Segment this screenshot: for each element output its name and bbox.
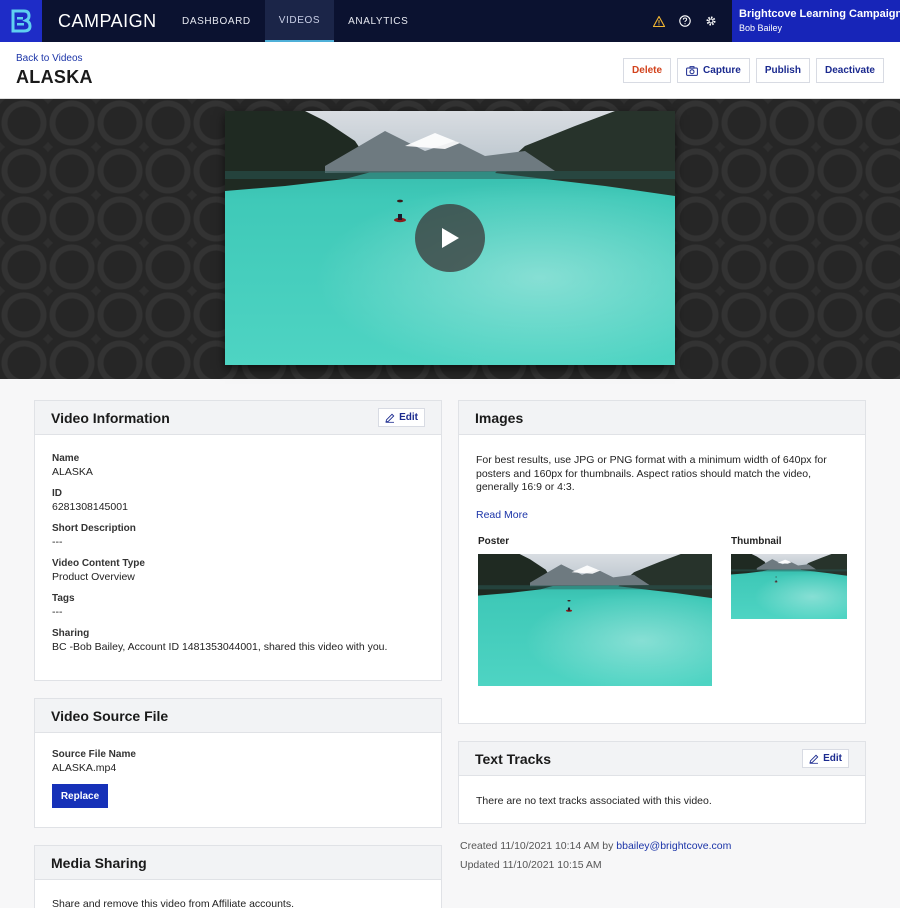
video-source-file-heading: Video Source File: [51, 707, 169, 724]
field-sharing: Sharing BC -Bob Bailey, Account ID 14813…: [52, 628, 424, 663]
field-label: Name: [52, 453, 80, 464]
media-sharing-heading: Media Sharing: [51, 854, 147, 871]
delete-button[interactable]: Delete: [623, 58, 672, 83]
field-value: 6281308145001: [52, 501, 128, 513]
edit-label: Edit: [399, 412, 418, 423]
media-sharing-text: Share and remove this video from Affilia…: [52, 898, 295, 908]
field-value: Product Overview: [52, 571, 135, 583]
text-tracks-empty: There are no text tracks associated with…: [476, 795, 712, 807]
video-information-header: Video Information Edit: [35, 401, 441, 435]
help-icon[interactable]: [672, 0, 698, 42]
brightcove-logo[interactable]: [0, 0, 42, 42]
source-file-label: Source File Name: [52, 749, 136, 760]
created-by-link[interactable]: bbailey@brightcove.com: [616, 840, 731, 852]
back-to-videos-link[interactable]: Back to Videos: [16, 53, 83, 64]
poster-label: Poster: [478, 536, 510, 547]
field-label: Short Description: [52, 523, 136, 534]
header-actions: Delete Capture Publish Deactivate: [623, 58, 884, 83]
video-information-body: Name ALASKA ID 6281308145001 Short Descr…: [35, 435, 441, 663]
poster-image[interactable]: [478, 554, 712, 686]
edit-text-tracks-button[interactable]: Edit: [802, 749, 849, 768]
account-name: Brightcove Learning Campaign: [739, 8, 900, 20]
capture-button[interactable]: Capture: [677, 58, 750, 83]
field-short-description: Short Description ---: [52, 523, 424, 558]
top-nav: CAMPAIGN DASHBOARD VIDEOS ANALYTICS Brig…: [0, 0, 900, 42]
text-tracks-heading: Text Tracks: [475, 750, 552, 767]
nav-videos[interactable]: VIDEOS: [264, 0, 335, 42]
field-tags: Tags ---: [52, 593, 424, 628]
warning-icon[interactable]: [646, 0, 672, 42]
field-value: BC -Bob Bailey, Account ID 1481353044001…: [52, 641, 388, 653]
text-tracks-header: Text Tracks Edit: [459, 742, 865, 776]
images-panel: Images For best results, use JPG or PNG …: [458, 400, 866, 724]
source-file-value: ALASKA.mp4: [52, 762, 117, 774]
deactivate-button-label: Deactivate: [824, 65, 875, 76]
video-source-file-body: Source File Name ALASKA.mp4 Replace: [35, 733, 441, 808]
created-info: Created 11/10/2021 10:14 AM by bbailey@b…: [460, 840, 731, 852]
video-player[interactable]: [225, 111, 675, 365]
page-title: ALASKA: [16, 67, 93, 87]
deactivate-button[interactable]: Deactivate: [815, 58, 884, 83]
replace-button[interactable]: Replace: [52, 784, 108, 808]
created-text: Created 11/10/2021 10:14 AM by: [460, 840, 614, 852]
publish-button[interactable]: Publish: [755, 58, 810, 83]
field-label: ID: [52, 488, 62, 499]
field-value: ALASKA: [52, 466, 93, 478]
images-heading: Images: [475, 409, 524, 426]
play-icon: [442, 228, 459, 248]
video-source-file-header: Video Source File: [35, 699, 441, 733]
poster-picture: [478, 554, 712, 686]
images-header: Images: [459, 401, 865, 435]
media-sharing-header: Media Sharing: [35, 846, 441, 880]
field-value: ---: [52, 606, 63, 618]
video-information-heading: Video Information: [51, 409, 170, 426]
play-button[interactable]: [415, 204, 485, 272]
thumbnail-label: Thumbnail: [731, 536, 782, 547]
nav-analytics[interactable]: ANALYTICS: [334, 0, 422, 42]
page-header: Back to Videos ALASKA Delete Capture Pub…: [0, 42, 900, 99]
delete-button-label: Delete: [632, 65, 663, 76]
media-sharing-panel: Media Sharing Share and remove this vide…: [34, 845, 442, 908]
video-source-file-panel: Video Source File Source File Name ALASK…: [34, 698, 442, 828]
field-video-content-type: Video Content Type Product Overview: [52, 558, 424, 593]
text-tracks-panel: Text Tracks Edit There are no text track…: [458, 741, 866, 824]
field-label: Tags: [52, 593, 75, 604]
images-description: For best results, use JPG or PNG format …: [476, 454, 827, 493]
pencil-icon: [385, 413, 395, 423]
capture-button-label: Capture: [703, 65, 741, 76]
camera-icon: [686, 65, 698, 76]
field-label: Video Content Type: [52, 558, 145, 569]
user-name: Bob Bailey: [739, 23, 783, 33]
nav-dashboard[interactable]: DASHBOARD: [168, 0, 265, 42]
thumbnail-image[interactable]: [731, 554, 847, 619]
pencil-icon: [809, 754, 819, 764]
gear-icon[interactable]: [698, 0, 724, 42]
video-stage: [0, 99, 900, 379]
read-more-link[interactable]: Read More: [476, 509, 848, 523]
edit-label: Edit: [823, 753, 842, 764]
edit-video-info-button[interactable]: Edit: [378, 408, 425, 427]
app-name[interactable]: CAMPAIGN: [58, 11, 168, 32]
field-value: ---: [52, 536, 63, 548]
field-label: Sharing: [52, 628, 90, 639]
field-id: ID 6281308145001: [52, 488, 424, 523]
account-switcher[interactable]: Brightcove Learning Campaign Bob Bailey: [732, 0, 900, 42]
thumbnail-picture: [731, 554, 847, 619]
video-information-panel: Video Information Edit Name ALASKA ID 62…: [34, 400, 442, 681]
logo-icon: [11, 9, 32, 33]
publish-button-label: Publish: [764, 65, 801, 76]
images-body: For best results, use JPG or PNG format …: [459, 435, 865, 522]
updated-info: Updated 11/10/2021 10:15 AM: [460, 859, 602, 871]
field-name: Name ALASKA: [52, 453, 424, 488]
